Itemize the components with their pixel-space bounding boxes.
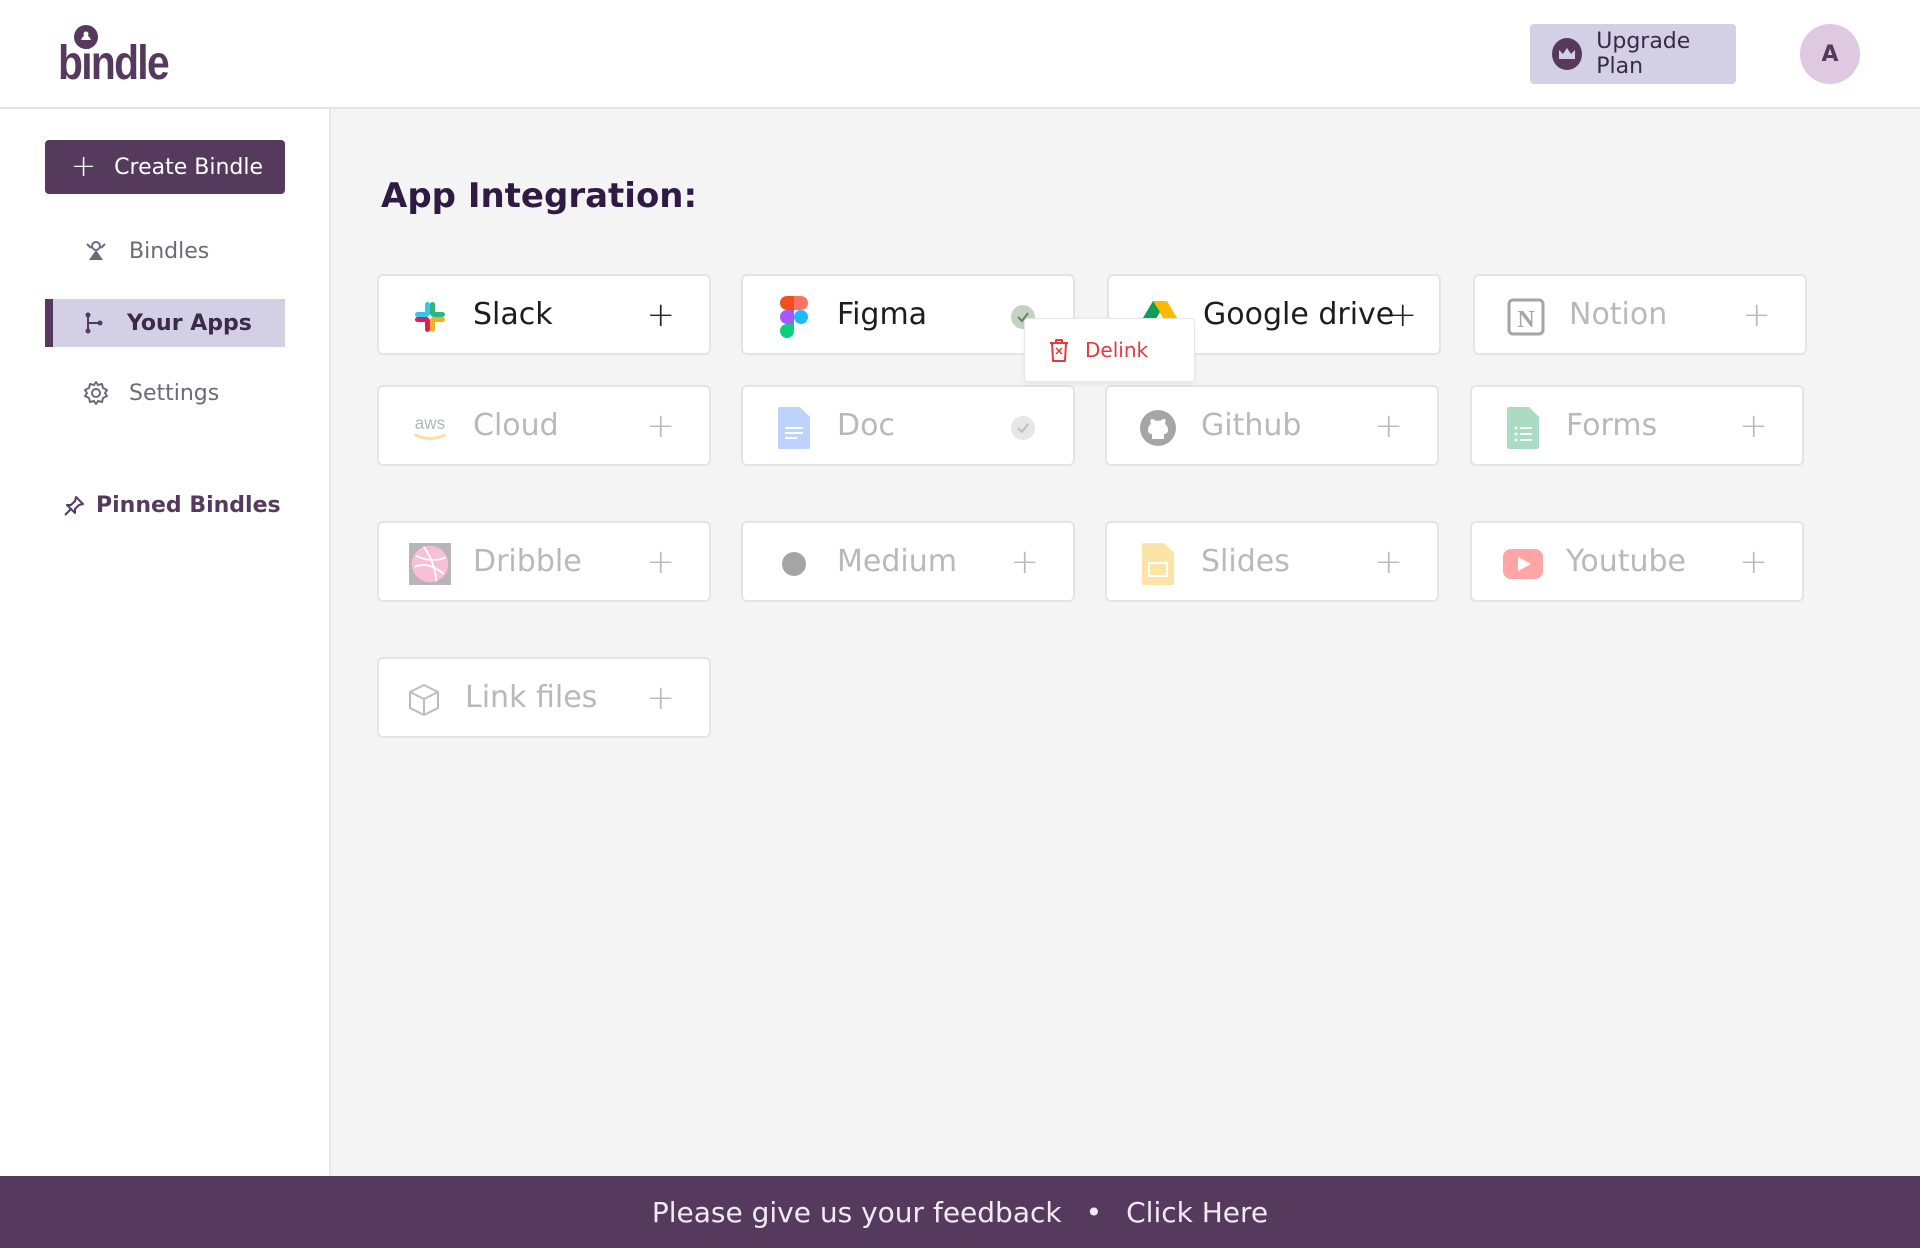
app-card-github[interactable]: Github + xyxy=(1105,385,1439,466)
trash-icon xyxy=(1050,339,1068,362)
sidebar-item-label: Your Apps xyxy=(127,310,252,336)
sidebar: + Create Bindle Bindles Your Apps Settin… xyxy=(0,109,331,1176)
add-icon[interactable]: + xyxy=(647,523,676,600)
app-name: Youtube xyxy=(1566,544,1686,579)
app-name: Slides xyxy=(1201,544,1290,579)
google-forms-icon xyxy=(1502,407,1544,449)
add-icon[interactable]: + xyxy=(647,276,676,353)
medium-icon xyxy=(773,543,815,585)
sidebar-item-bindles[interactable]: Bindles xyxy=(45,227,285,275)
feedback-link[interactable]: Click Here xyxy=(1126,1196,1268,1229)
app-name: Medium xyxy=(837,544,957,579)
upgrade-plan-label: Upgrade Plan xyxy=(1596,29,1691,79)
bindle-icon xyxy=(81,236,111,266)
avatar[interactable]: A xyxy=(1800,24,1860,84)
add-icon[interactable]: + xyxy=(1389,276,1418,353)
pin-icon xyxy=(64,495,84,516)
app-name: Doc xyxy=(837,408,895,443)
app-card-youtube[interactable]: Youtube + xyxy=(1470,521,1804,602)
slack-icon xyxy=(409,296,451,338)
logo-text: bindle xyxy=(58,37,170,90)
add-icon[interactable]: + xyxy=(647,659,676,736)
feedback-banner: Please give us your feedback • Click Her… xyxy=(0,1176,1920,1248)
figma-icon xyxy=(773,296,815,338)
notion-icon: N xyxy=(1505,296,1547,338)
add-icon[interactable]: + xyxy=(1375,523,1404,600)
app-card-slack[interactable]: Slack + xyxy=(377,274,711,355)
separator-dot: • xyxy=(1085,1195,1103,1229)
feedback-text: Please give us your feedback xyxy=(651,1195,1062,1229)
svg-text:aws: aws xyxy=(415,413,446,433)
github-icon xyxy=(1137,407,1179,449)
app-name: Slack xyxy=(473,297,553,332)
linked-check-icon[interactable] xyxy=(1011,416,1035,440)
youtube-icon xyxy=(1502,543,1544,585)
app-card-doc[interactable]: Doc xyxy=(741,385,1075,466)
app-name: Notion xyxy=(1569,297,1668,332)
app-name: Figma xyxy=(837,297,928,332)
app-name: Cloud xyxy=(473,408,559,443)
app-card-dribble[interactable]: Dribble + xyxy=(377,521,711,602)
upgrade-plan-button[interactable]: Upgrade Plan xyxy=(1530,24,1736,84)
pinned-bindles-label: Pinned Bindles xyxy=(96,493,281,518)
app-name: Link files xyxy=(465,680,598,715)
app-card-forms[interactable]: Forms + xyxy=(1470,385,1804,466)
add-icon[interactable]: + xyxy=(1743,276,1772,353)
aws-icon: aws xyxy=(409,407,451,449)
top-header: bindle Upgrade Plan A xyxy=(0,0,1920,109)
app-card-medium[interactable]: Medium + xyxy=(741,521,1075,602)
svg-text:N: N xyxy=(1517,307,1535,333)
sidebar-item-label: Settings xyxy=(129,380,220,406)
add-icon[interactable]: + xyxy=(1375,387,1404,464)
crown-icon xyxy=(1552,38,1583,70)
apps-icon xyxy=(79,308,109,338)
app-name: Github xyxy=(1201,408,1302,443)
plus-icon: + xyxy=(71,149,97,184)
sidebar-item-settings[interactable]: Settings xyxy=(45,369,285,417)
gear-icon xyxy=(81,378,111,408)
pinned-bindles[interactable]: Pinned Bindles xyxy=(62,493,281,518)
app-card-link-files[interactable]: Link files + xyxy=(377,657,711,738)
google-slides-icon xyxy=(1137,543,1179,585)
app-name: Google drive xyxy=(1203,297,1395,332)
app-card-slides[interactable]: Slides + xyxy=(1105,521,1439,602)
page-title: App Integration: xyxy=(381,176,698,216)
bindle-logo[interactable]: bindle xyxy=(58,22,170,88)
app-name: Dribble xyxy=(473,544,582,579)
app-card-cloud[interactable]: aws Cloud + xyxy=(377,385,711,466)
add-icon[interactable]: + xyxy=(647,387,676,464)
app-card-notion[interactable]: N Notion + xyxy=(1473,274,1807,355)
dribbble-icon xyxy=(409,543,451,585)
delink-popup-button[interactable]: Delink xyxy=(1024,318,1195,382)
app-name: Forms xyxy=(1566,408,1658,443)
sidebar-item-label: Bindles xyxy=(129,238,210,264)
google-docs-icon xyxy=(773,407,815,449)
sidebar-item-your-apps[interactable]: Your Apps xyxy=(45,299,285,347)
add-icon[interactable]: + xyxy=(1740,523,1769,600)
delink-label: Delink xyxy=(1085,338,1149,362)
create-bindle-label: Create Bindle xyxy=(114,154,263,180)
cube-icon xyxy=(403,679,445,721)
add-icon[interactable]: + xyxy=(1740,387,1769,464)
create-bindle-button[interactable]: + Create Bindle xyxy=(45,140,285,194)
add-icon[interactable]: + xyxy=(1011,523,1040,600)
